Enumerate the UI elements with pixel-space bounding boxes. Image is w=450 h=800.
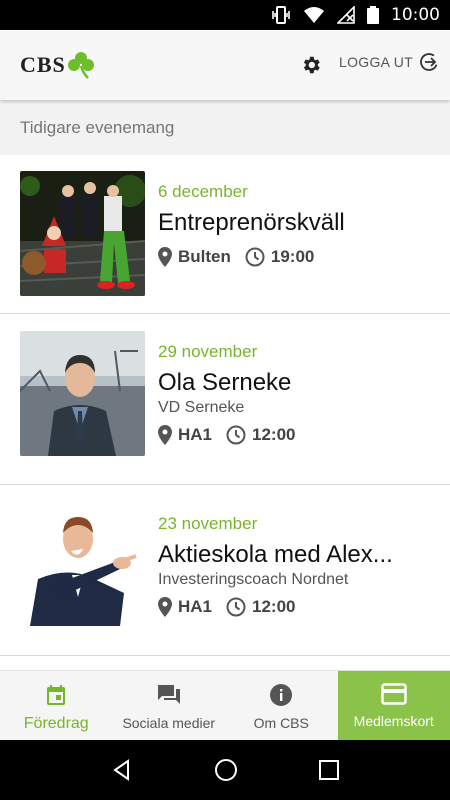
event-time: 19:00 xyxy=(270,247,315,266)
no-signal-icon xyxy=(337,6,355,24)
settings-button[interactable] xyxy=(300,54,322,76)
event-meta: HA1 12:00 xyxy=(158,597,410,617)
bottom-nav: Föredrag Sociala medier Om CBS Medlemsko… xyxy=(0,670,450,740)
event-date: 29 november xyxy=(158,342,258,361)
calendar-icon xyxy=(47,685,66,705)
app-bar: CBS LOGGA UT xyxy=(0,30,450,100)
event-text: 23 november Aktieskola med Alex... Inves… xyxy=(158,514,410,617)
card-icon xyxy=(381,683,407,705)
event-image xyxy=(20,331,145,456)
chat-icon xyxy=(157,685,180,704)
event-subtitle: Investeringscoach Nordnet xyxy=(158,571,349,588)
event-location: HA1 xyxy=(178,597,213,616)
cbs-logo[interactable]: CBS xyxy=(20,50,96,80)
event-text: 29 november Ola Serneke VD Serneke HA1 1… xyxy=(158,342,410,445)
section-header: Tidigare evenemang xyxy=(0,100,450,155)
wifi-icon xyxy=(303,6,325,24)
tab-label: Medlemskort xyxy=(353,713,434,729)
battery-icon xyxy=(367,6,379,24)
event-title: Ola Serneke xyxy=(158,369,292,396)
logo-text: CBS xyxy=(20,52,66,77)
event-title: Aktieskola med Alex... xyxy=(158,541,393,568)
clock-icon xyxy=(226,425,246,445)
gear-icon xyxy=(303,56,320,74)
logout-icon xyxy=(420,53,438,71)
tab-sociala-medier[interactable]: Sociala medier xyxy=(113,671,226,740)
info-icon xyxy=(270,684,293,706)
logout-label: LOGGA UT xyxy=(339,54,413,70)
event-image xyxy=(20,501,145,626)
clock-icon xyxy=(226,597,246,617)
vibrate-icon xyxy=(271,6,291,24)
location-pin-icon xyxy=(158,597,172,617)
shamrock-icon xyxy=(67,52,94,79)
event-image xyxy=(20,171,145,296)
location-pin-icon xyxy=(158,425,172,445)
event-title: Entreprenörskväll xyxy=(158,209,345,236)
event-text: 6 december Entreprenörskväll Bulten 19:0… xyxy=(158,182,410,267)
tab-medlemskort[interactable]: Medlemskort xyxy=(337,671,450,740)
list-item[interactable]: 6 december Entreprenörskväll Bulten 19:0… xyxy=(0,155,450,314)
tab-label: Om CBS xyxy=(253,715,309,731)
system-nav-bar xyxy=(0,740,450,800)
tab-foredrag[interactable]: Föredrag xyxy=(0,671,113,740)
event-date: 23 november xyxy=(158,514,258,533)
event-list: 6 december Entreprenörskväll Bulten 19:0… xyxy=(0,155,450,656)
tab-label: Föredrag xyxy=(23,715,89,732)
event-time: 12:00 xyxy=(252,597,296,616)
location-pin-icon xyxy=(158,247,172,267)
event-meta: Bulten 19:00 xyxy=(158,247,410,267)
event-location: Bulten xyxy=(178,247,231,266)
clock-icon xyxy=(245,247,265,267)
home-icon[interactable] xyxy=(214,758,238,782)
tab-label: Sociala medier xyxy=(122,715,216,731)
event-date: 6 december xyxy=(158,182,248,201)
list-item[interactable]: 23 november Aktieskola med Alex... Inves… xyxy=(0,485,450,656)
recents-icon[interactable] xyxy=(318,759,340,781)
event-location: HA1 xyxy=(178,425,213,444)
event-meta: HA1 12:00 xyxy=(158,425,410,445)
back-icon[interactable] xyxy=(110,758,134,782)
event-subtitle: VD Serneke xyxy=(158,399,245,416)
tab-om-cbs[interactable]: Om CBS xyxy=(225,671,338,740)
clock: 10:00 xyxy=(391,5,440,25)
event-time: 12:00 xyxy=(252,425,296,444)
logout-button[interactable]: LOGGA UT xyxy=(339,52,439,72)
list-item[interactable]: 29 november Ola Serneke VD Serneke HA1 1… xyxy=(0,314,450,485)
status-bar: 10:00 xyxy=(0,0,450,30)
